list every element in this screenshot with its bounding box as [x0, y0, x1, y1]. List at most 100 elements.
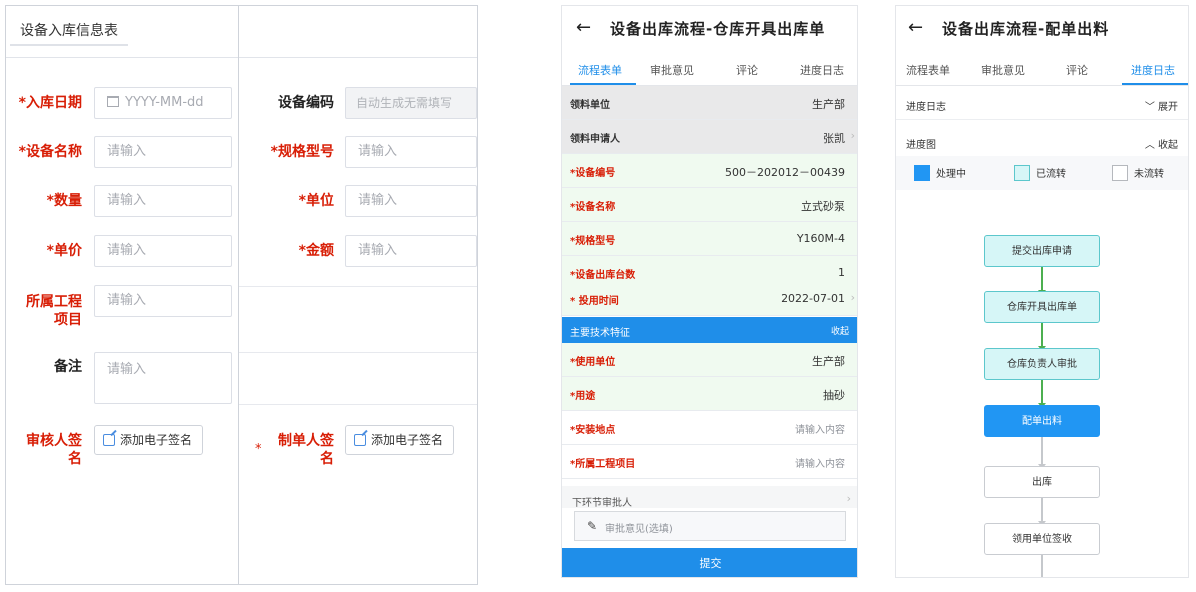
flow-node[interactable]: 仓库负责人审批 [984, 348, 1100, 380]
mobile-tab-bar: 流程表单 审批意见 评论 进度日志 [896, 52, 1188, 86]
project-input[interactable]: 请输入 [94, 285, 232, 317]
project-label: 所属工程 项目 [10, 293, 82, 329]
project-label-line2: 项目 [54, 312, 82, 328]
flow-arrow [1041, 555, 1043, 577]
form-tab-bar: 设备入库信息表 [6, 6, 477, 58]
next-approver-label: 下环节审批人 [572, 498, 632, 509]
code-label: 设备编码 [278, 95, 334, 111]
field-row: *规格型号 Y160M-4 [562, 222, 857, 256]
field-value: Y160M-4 [796, 232, 845, 245]
section-title: 主要技术特征 [570, 328, 630, 339]
maker-add-signature-button[interactable]: 添加电子签名 [345, 425, 455, 455]
progress-chart-row[interactable]: 进度图 ︿ 收起 [896, 126, 1188, 158]
tab-process-form[interactable]: 流程表单 [906, 62, 950, 78]
field-input[interactable]: 请输入内容 [795, 455, 845, 470]
field-label: * 投用时间 [570, 296, 619, 307]
field-value: 抽砂 [823, 389, 845, 402]
expand-text: 展开 [1158, 102, 1178, 113]
tab-approval-opinion[interactable]: 审批意见 [981, 62, 1025, 78]
field-label: *设备名称 [570, 202, 616, 213]
field-label: *设备编号 [570, 168, 616, 179]
field-label: *使用单位 [570, 357, 616, 368]
field-row[interactable]: 领料申请人 张凯 › [562, 120, 857, 154]
flow-node-current[interactable]: 配单出料 [984, 405, 1100, 437]
field-row: *设备名称 立式砂泵 [562, 188, 857, 222]
inbound-form-panel: 设备入库信息表 *入库日期 YYYY-MM-dd 设备编码 自动生成无需填写 *… [5, 5, 478, 585]
calendar-icon [107, 96, 119, 107]
column-divider [238, 6, 239, 584]
field-value: 立式砂泵 [801, 200, 845, 213]
legend-item: 未流转 [1112, 165, 1164, 181]
field-row[interactable]: * 投用时间 2022-07-01 › [562, 282, 857, 316]
flow-node[interactable]: 领用单位签收 [984, 523, 1100, 555]
active-tab-indicator [1122, 83, 1188, 85]
reviewer-sign-label: 审核人签 名 [10, 432, 82, 468]
price-input[interactable]: 请输入 [94, 235, 232, 267]
flow-node[interactable]: 提交出库申请 [984, 235, 1100, 267]
name-input[interactable]: 请输入 [94, 136, 232, 168]
field-label: 领料单位 [570, 100, 610, 111]
field-label: *规格型号 [570, 236, 616, 247]
tab-process-form[interactable]: 流程表单 [578, 62, 622, 78]
chevron-down-icon: ﹀ [1144, 102, 1155, 113]
amount-input[interactable]: 请输入 [345, 235, 477, 267]
collapse-toggle[interactable]: 收起 [831, 324, 849, 337]
tab-progress-log[interactable]: 进度日志 [1131, 62, 1175, 78]
unit-label: *单位 [298, 193, 334, 209]
pencil-icon: ✎ [587, 519, 598, 533]
qty-input[interactable]: 请输入 [94, 185, 232, 217]
legend-swatch [1112, 165, 1128, 181]
remark-label: 备注 [54, 359, 82, 375]
flow-node[interactable]: 出库 [984, 466, 1100, 498]
tab-progress-log[interactable]: 进度日志 [800, 62, 844, 78]
legend-item: 处理中 [914, 165, 966, 181]
name-label: *设备名称 [18, 144, 82, 160]
row-divider [239, 404, 477, 405]
field-value: 2022-07-01 [781, 292, 845, 305]
mobile-header: ← 设备出库流程-仓库开具出库单 [562, 6, 857, 52]
flow-arrow [1038, 267, 1046, 295]
maker-sign-label: 制单人签 名 [262, 432, 334, 468]
expand-toggle[interactable]: ﹀ 展开 [1145, 98, 1178, 113]
remark-textarea[interactable]: 请输入 [94, 352, 232, 404]
field-label: *所属工程项目 [570, 459, 636, 470]
back-arrow-icon[interactable]: ← [908, 17, 923, 38]
price-label: *单价 [46, 243, 82, 259]
field-value: 张凯 [823, 132, 845, 145]
reviewer-add-signature-button[interactable]: 添加电子签名 [94, 425, 204, 455]
tab-approval-opinion[interactable]: 审批意见 [650, 62, 694, 78]
tab-comment[interactable]: 评论 [1066, 62, 1088, 78]
back-arrow-icon[interactable]: ← [576, 17, 591, 38]
approval-opinion-input[interactable]: ✎ 审批意见(选填) [574, 511, 846, 541]
mobile-header: ← 设备出库流程-配单出料 [896, 6, 1188, 52]
chevron-right-icon: › [850, 129, 855, 142]
next-approver-row[interactable]: 下环节审批人 › [562, 486, 857, 509]
flow-node[interactable]: 仓库开具出库单 [984, 291, 1100, 323]
field-row[interactable]: *安装地点 请输入内容 [562, 411, 857, 445]
field-label: 领料申请人 [570, 134, 620, 145]
tab-inbound-info[interactable]: 设备入库信息表 [10, 16, 128, 46]
maker-label-line2: 名 [320, 451, 334, 467]
legend-swatch [914, 165, 930, 181]
submit-button[interactable]: 提交 [562, 548, 857, 577]
reviewer-label-line2: 名 [68, 451, 82, 467]
unit-input[interactable]: 请输入 [345, 185, 477, 217]
date-input[interactable]: YYYY-MM-dd [94, 87, 232, 119]
tab-comment[interactable]: 评论 [736, 62, 758, 78]
progress-log-row[interactable]: 进度日志 ﹀ 展开 [896, 88, 1188, 120]
field-row[interactable]: *用途 抽砂 [562, 377, 857, 411]
collapse-toggle[interactable]: ︿ 收起 [1145, 136, 1178, 151]
section-header[interactable]: 主要技术特征 收起 [562, 317, 857, 343]
edit-icon [103, 434, 115, 446]
field-input[interactable]: 请输入内容 [795, 421, 845, 436]
legend-item: 已流转 [1014, 165, 1066, 181]
field-row[interactable]: *所属工程项目 请输入内容 [562, 445, 857, 479]
log-label: 进度日志 [906, 102, 946, 113]
spec-input[interactable]: 请输入 [345, 136, 477, 168]
reviewer-sign-text: 添加电子签名 [120, 433, 193, 447]
reviewer-label-line1: 审核人签 [26, 433, 82, 449]
field-label: *设备出库台数 [570, 270, 636, 281]
required-star: * [255, 442, 262, 457]
legend-label: 已流转 [1036, 169, 1066, 180]
field-row: 领料单位 生产部 [562, 86, 857, 120]
